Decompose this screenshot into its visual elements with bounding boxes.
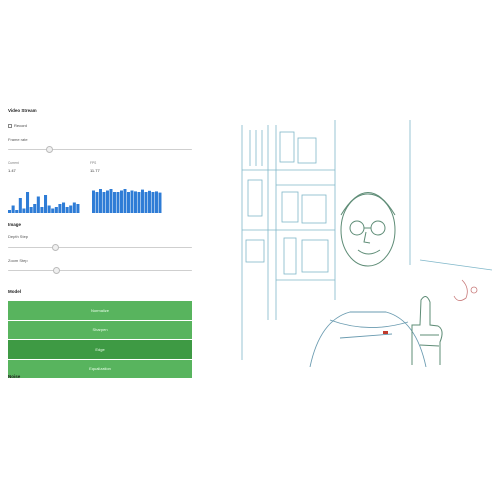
current-histogram-bar bbox=[40, 207, 44, 213]
normalize-button[interactable]: Normalize bbox=[8, 301, 192, 320]
depth-step-slider[interactable] bbox=[8, 244, 192, 251]
depth-step-label: Depth Step bbox=[8, 234, 29, 239]
fps-histogram-bar bbox=[116, 192, 120, 213]
current-histogram-bar bbox=[54, 207, 58, 213]
fps-histogram-bar bbox=[155, 191, 158, 213]
current-histogram-bar bbox=[33, 204, 37, 213]
current-histogram-bar bbox=[44, 195, 48, 213]
noise-section-title: Noise bbox=[8, 374, 21, 379]
current-histogram-bar bbox=[72, 202, 76, 213]
current-histogram-bar bbox=[26, 192, 30, 213]
frame-rate-slider-handle[interactable] bbox=[46, 146, 53, 153]
current-histogram-bar bbox=[36, 196, 40, 213]
depth-step-slider-handle[interactable] bbox=[52, 244, 59, 251]
frame-rate-label: Frame rate bbox=[8, 137, 28, 142]
zoom-step-slider-handle[interactable] bbox=[53, 267, 60, 274]
fps-histogram-bar bbox=[144, 192, 148, 213]
fps-histogram-bar bbox=[95, 192, 99, 213]
current-histogram-bar bbox=[47, 205, 51, 213]
current-histogram-bar bbox=[76, 204, 80, 213]
fps-histogram-bar bbox=[158, 192, 162, 213]
current-stat-label: Current bbox=[8, 161, 19, 165]
fps-histogram-bar bbox=[99, 189, 102, 213]
fps-histogram-bar bbox=[141, 189, 144, 213]
current-histogram-bar bbox=[22, 208, 26, 213]
fps-histogram-bar bbox=[148, 190, 151, 213]
current-histogram bbox=[8, 192, 80, 213]
fps-histogram-bar bbox=[92, 190, 95, 213]
fps-histogram bbox=[92, 189, 162, 213]
current-histogram-bar bbox=[18, 198, 22, 213]
record-checkbox-label: Record bbox=[14, 123, 27, 128]
fps-histogram-bar bbox=[134, 191, 137, 213]
model-section-title: Model bbox=[8, 289, 21, 294]
video-stream-title: Video Stream bbox=[8, 108, 37, 113]
fps-histogram-bar bbox=[123, 189, 127, 213]
fps-histogram-bar bbox=[137, 192, 141, 213]
edge-button[interactable]: Edge bbox=[8, 340, 192, 359]
fps-histogram-bar bbox=[130, 190, 134, 213]
current-histogram-bar bbox=[51, 208, 55, 213]
edge-detection-preview-image bbox=[240, 120, 492, 367]
fps-histogram-bar bbox=[113, 192, 116, 213]
current-histogram-bar bbox=[62, 202, 66, 213]
fps-stat-value: 11.77 bbox=[90, 168, 100, 173]
current-histogram-bar bbox=[58, 204, 62, 213]
current-stat-value: 1.47 bbox=[8, 168, 16, 173]
fps-histogram-bar bbox=[106, 190, 109, 213]
current-histogram-bar bbox=[15, 210, 19, 213]
current-histogram-bar bbox=[11, 205, 15, 213]
model-button-group: Normalize Sharpen Edge Equalization bbox=[8, 301, 192, 379]
fps-histogram-bar bbox=[151, 192, 155, 213]
current-histogram-bar bbox=[69, 205, 73, 213]
current-histogram-bar bbox=[29, 207, 33, 213]
equalization-button[interactable]: Equalization bbox=[8, 359, 192, 378]
image-section-title: Image bbox=[8, 222, 22, 227]
zoom-step-slider[interactable] bbox=[8, 267, 192, 274]
fps-histogram-bar bbox=[120, 190, 123, 213]
record-checkbox[interactable]: Record bbox=[8, 123, 27, 128]
fps-histogram-bar bbox=[127, 192, 130, 213]
sharpen-button[interactable]: Sharpen bbox=[8, 320, 192, 339]
fps-histogram-bar bbox=[102, 192, 106, 213]
control-panel: Video Stream Record Frame rate Current 1… bbox=[0, 0, 200, 500]
checkbox-box[interactable] bbox=[8, 123, 12, 128]
zoom-step-label: Zoom Step bbox=[8, 258, 28, 263]
fps-histogram-bar bbox=[109, 189, 113, 213]
fps-stat-label: FPS bbox=[90, 161, 97, 165]
current-histogram-bar bbox=[65, 207, 69, 213]
current-histogram-bar bbox=[8, 210, 12, 213]
frame-rate-slider[interactable] bbox=[8, 146, 192, 153]
